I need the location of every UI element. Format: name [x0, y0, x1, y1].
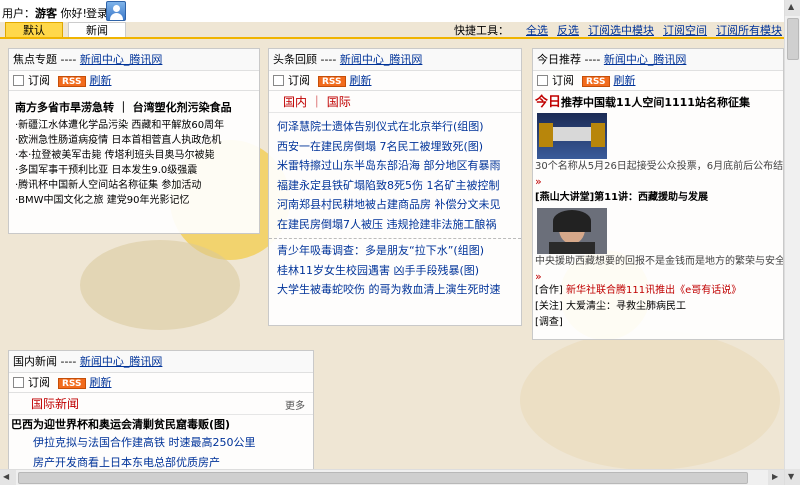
scroll-thumb[interactable] — [787, 18, 799, 60]
lecture-caption: 中央援助西藏想要的回报不是金钱而是地方的繁荣与安全... — [535, 256, 784, 267]
quick-tools-label: 快捷工具： — [454, 24, 509, 37]
focus-row[interactable]: [关注] 大爱清尘：寻救尘肺病民工 — [535, 299, 781, 315]
coop-row[interactable]: [合作] 新华社联合腾111讯推出《e哥有话说》 — [535, 283, 781, 299]
list-item[interactable]: ·BMW中国文化之旅 建党90年光影记忆 — [15, 193, 253, 208]
list-item[interactable]: 桂林11岁女生校园遇害 凶手手段残暴(图) — [269, 261, 521, 281]
list-item[interactable]: 河南郑县村民耕地被占建商品房 补偿分文未见 — [269, 195, 521, 215]
select-all-link[interactable]: 全选 — [526, 24, 548, 37]
panel-today: 今日推荐 ---- 新闻中心_腾讯网 订阅 RSS 刷新 今日推荐中国载11人空间1… — [532, 48, 784, 340]
rss-icon[interactable]: RSS — [582, 76, 610, 87]
vertical-scrollbar[interactable] — [784, 0, 800, 485]
tab-separator: ｜ — [310, 95, 323, 109]
scroll-left-icon[interactable] — [0, 470, 16, 485]
subscribe-checkbox[interactable] — [13, 75, 24, 86]
headline-tabs: 国内 ｜ 国际 — [269, 91, 521, 113]
tab-underline — [0, 37, 800, 39]
panel-headline: 头条回顾 ---- 新闻中心_腾讯网 订阅 RSS 刷新 国内 ｜ 国际 何泽慧院士… — [268, 48, 522, 326]
tab-default[interactable]: 默认 — [5, 22, 63, 38]
source-link[interactable]: 新闻中心_腾讯网 — [80, 355, 163, 368]
panel-header: 国内新闻 ---- 新闻中心_腾讯网 — [9, 351, 313, 373]
subscribe-selected-link[interactable]: 订阅选中模块 — [588, 24, 654, 37]
list-item[interactable]: 伊拉克拟与法国合作建高铁 时速最高250公里 — [25, 433, 311, 453]
subscribe-space-link[interactable]: 订阅空间 — [663, 24, 707, 37]
login-link[interactable]: 登录 — [86, 5, 108, 21]
panel-header: 焦点专题 ---- 新闻中心_腾讯网 — [9, 49, 259, 71]
list-item[interactable]: ·多国军事干预利比亚 日本发生9.0级强震 — [15, 163, 253, 178]
scroll-up-icon[interactable] — [785, 0, 800, 16]
refresh-link[interactable]: 刷新 — [90, 74, 112, 87]
refresh-link[interactable]: 刷新 — [350, 74, 372, 87]
list-item[interactable]: 大学生被毒蛇咬伤 的哥为救血清上演生死时速 — [269, 280, 521, 300]
panel-header: 今日推荐 ---- 新闻中心_腾讯网 — [533, 49, 783, 71]
panel-toolbar: 订阅 RSS 刷新 — [269, 71, 521, 91]
invert-selection-link[interactable]: 反选 — [557, 24, 579, 37]
list-item[interactable]: ·腾讯杯中国新人空间站名称征集 参加活动 — [15, 178, 253, 193]
section-title[interactable]: 国际新闻 — [31, 397, 79, 411]
panel-toolbar: 订阅 RSS 刷新 — [9, 71, 259, 91]
lecture-title[interactable]: [燕山大讲堂]第11讲：西藏援助与发展 — [535, 190, 781, 206]
source-link[interactable]: 新闻中心_腾讯网 — [604, 53, 687, 66]
quick-tools: 快捷工具： 全选 反选 订阅选中模块 订阅空间 订阅所有模块 — [454, 22, 782, 38]
scroll-down-icon[interactable] — [785, 469, 800, 485]
list-item[interactable]: 米雷特擦过山东半岛东部沿海 部分地区有暴雨 — [269, 156, 521, 176]
more-arrow[interactable]: » — [535, 175, 781, 188]
source-link[interactable]: 新闻中心_腾讯网 — [80, 53, 163, 66]
refresh-link[interactable]: 刷新 — [614, 74, 636, 87]
list-item[interactable]: 何泽慧院士遗体告别仪式在北京举行(组图) — [269, 117, 521, 137]
horizontal-scrollbar[interactable] — [0, 469, 784, 485]
rss-icon[interactable]: RSS — [318, 76, 346, 87]
panel-domestic: 国内新闻 ---- 新闻中心_腾讯网 订阅 RSS 刷新 国际新闻 更多 巴西为迎世… — [8, 350, 314, 470]
list-item[interactable]: ·本·拉登被美军击毙 传塔利班头目奥马尔被毙 — [15, 148, 253, 163]
today-caption: 30个名称从5月26日起接受公众投票，6月底前后公布结果。 — [535, 161, 784, 172]
list-item[interactable]: 青少年吸毒调查：多是朋友“拉下水”(组图) — [269, 241, 521, 261]
today-headline[interactable]: 今日推荐中国载11人空间1111站名称征集 — [535, 95, 781, 111]
survey-row[interactable]: [调查] — [535, 315, 781, 331]
refresh-link[interactable]: 刷新 — [90, 376, 112, 389]
hscroll-thumb[interactable] — [18, 472, 748, 484]
subscribe-checkbox[interactable] — [13, 377, 24, 388]
tab-news[interactable]: 新闻 — [68, 22, 126, 38]
more-link[interactable]: 更多 — [285, 397, 305, 412]
panel-header: 头条回顾 ---- 新闻中心_腾讯网 — [269, 49, 521, 71]
subscribe-all-link[interactable]: 订阅所有模块 — [716, 24, 782, 37]
divider — [269, 238, 521, 239]
tab-international[interactable]: 国际 — [327, 95, 351, 109]
scroll-right-icon[interactable] — [768, 470, 784, 485]
subscribe-checkbox[interactable] — [537, 75, 548, 86]
panel-toolbar: 订阅 RSS 刷新 — [9, 373, 313, 393]
subscribe-checkbox[interactable] — [273, 75, 284, 86]
source-link[interactable]: 新闻中心_腾讯网 — [340, 53, 423, 66]
rss-icon[interactable]: RSS — [58, 378, 86, 389]
top-bar: 用户：游客 你好! 登录 — [0, 0, 800, 22]
space-station-image[interactable] — [537, 113, 607, 159]
list-item[interactable]: 西安一在建民房倒塌 7名民工被埋致死(图) — [269, 137, 521, 157]
list-item[interactable]: 福建永定县铁矿塌陷致8死5伤 1名矿主被控制 — [269, 176, 521, 196]
list-item[interactable]: ·新疆江水体遭化学品污染 西藏和平解放60周年 — [15, 118, 253, 133]
focus-lead[interactable]: 南方多省市旱涝急转 ｜ 台湾塑化剂污染食品 — [15, 99, 253, 115]
domestic-lead[interactable]: 巴西为迎世界杯和奥运会清剿贫民窟毒贩(图) — [11, 417, 311, 433]
user-greeting: 用户：游客 你好! — [2, 7, 87, 20]
list-item[interactable]: 房产开发商看上日本东电总部优质房产 — [25, 453, 311, 470]
list-item[interactable]: ·欧洲急性肠道病疫情 日本首相菅直人执政危机 — [15, 133, 253, 148]
tab-domestic[interactable]: 国内 — [283, 95, 307, 109]
list-item[interactable]: 在建民房倒塌7人被压 违规抢建非法施工酿祸 — [269, 215, 521, 235]
rss-icon[interactable]: RSS — [58, 76, 86, 87]
panel-toolbar: 订阅 RSS 刷新 — [533, 71, 783, 91]
lecturer-photo[interactable] — [537, 208, 607, 254]
avatar-icon[interactable] — [106, 1, 126, 21]
panel-focus: 焦点专题 ---- 新闻中心_腾讯网 订阅 RSS 刷新 南方多省市旱涝急转 ｜ 台… — [8, 48, 260, 234]
more-arrow[interactable]: » — [535, 270, 781, 283]
